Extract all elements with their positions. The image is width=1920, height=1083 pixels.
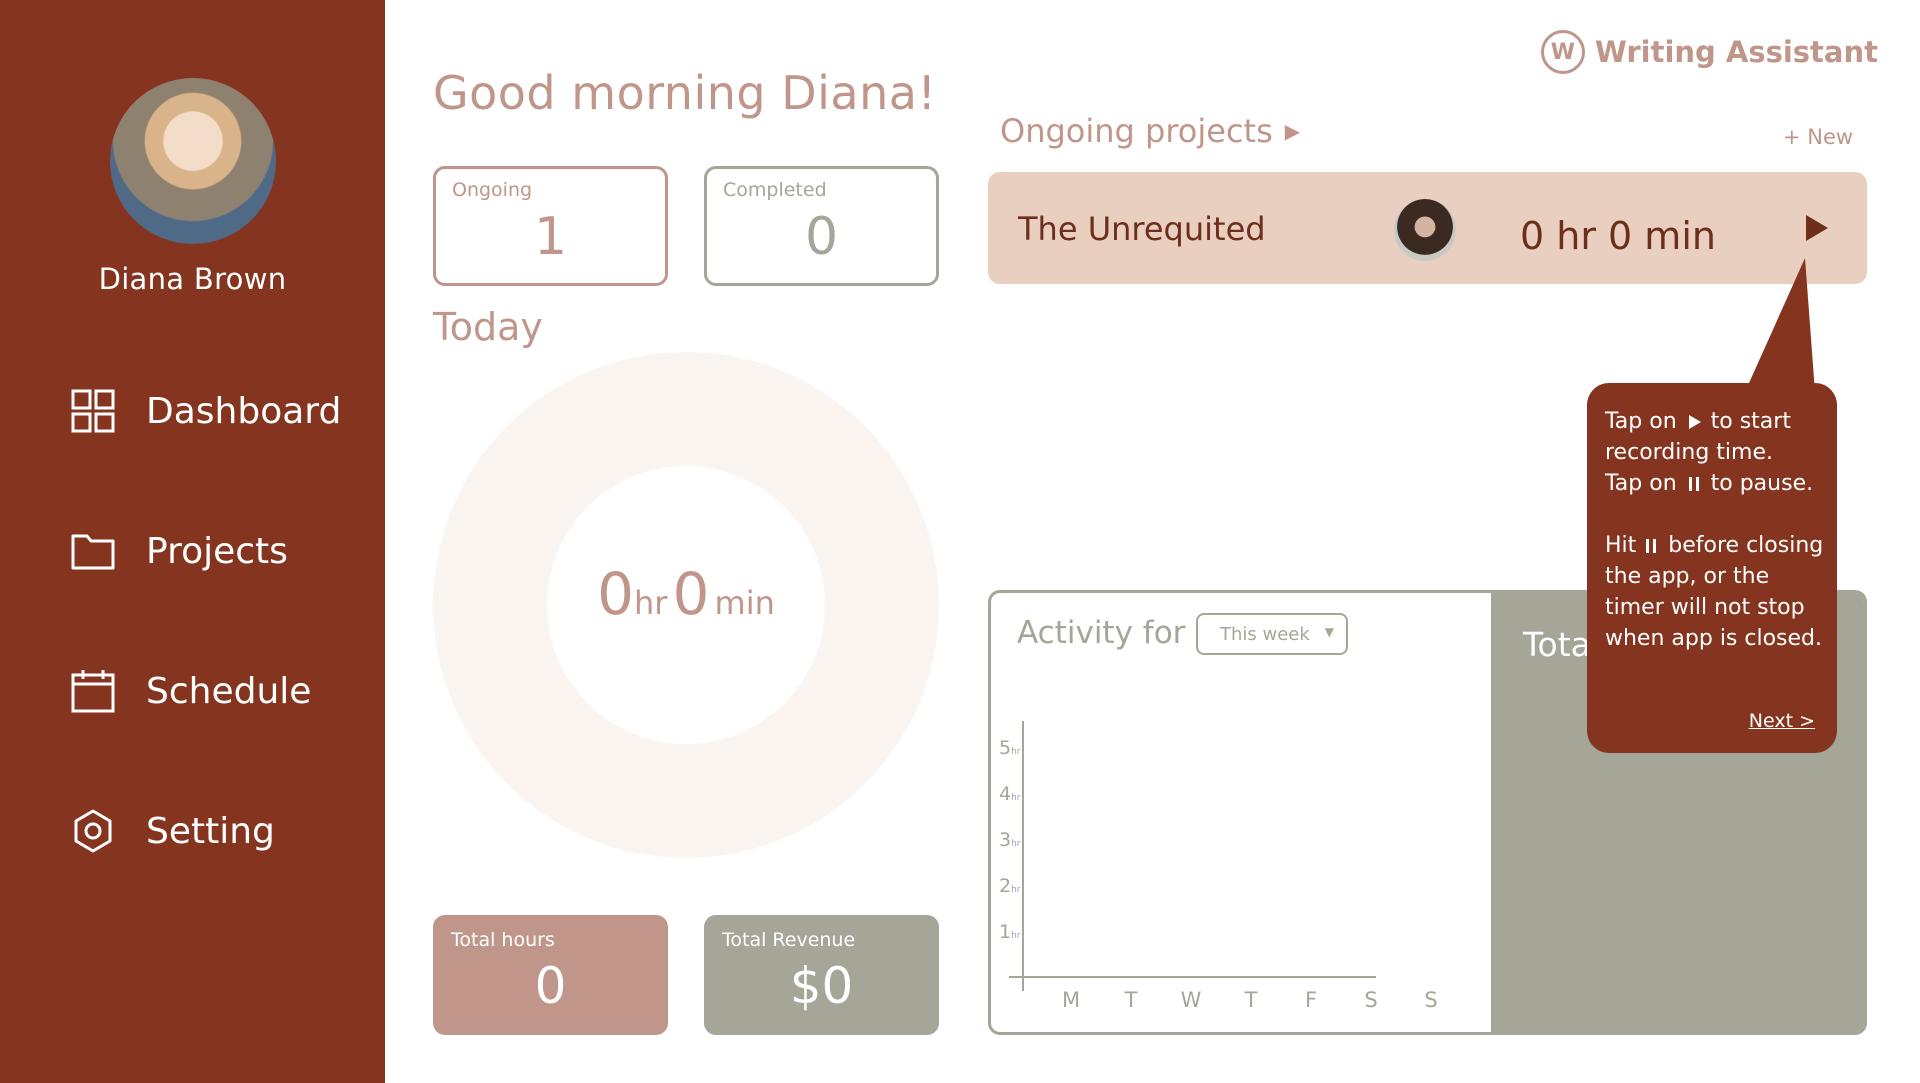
chart-y-ticks: 1hr 2hr 3hr 4hr 5hr xyxy=(999,737,1021,943)
dashboard-grid-icon xyxy=(71,389,115,433)
activity-chart: 1hr 2hr 3hr 4hr 5hr M T W T F S S xyxy=(999,721,1438,1012)
total-hours-value: 0 xyxy=(534,957,567,1015)
tooltip-line: when app is closed. xyxy=(1605,626,1823,651)
pause-icon xyxy=(1646,539,1657,553)
tooltip-line: Tap on to start xyxy=(1605,409,1791,434)
chart-x-ticks: MTWTFSS xyxy=(1062,988,1438,1012)
caret-right-icon: ▶ xyxy=(1284,119,1301,143)
tooltip-text: Hit xyxy=(1605,533,1637,558)
tooltip-line: recording time. xyxy=(1605,440,1773,465)
tooltip-next-button[interactable]: Next > xyxy=(1749,710,1815,732)
completed-count-card[interactable]: Completed 0 xyxy=(704,166,939,286)
ongoing-label: Ongoing xyxy=(452,179,533,201)
x-tick-label: S xyxy=(1364,988,1377,1012)
sidebar-item-label: Schedule xyxy=(146,670,312,712)
project-time: 0 hr 0 min xyxy=(1520,214,1716,258)
onboarding-tooltip: Tap on to start recording time. Tap on t… xyxy=(1587,383,1837,753)
avatar[interactable] xyxy=(110,78,276,244)
ongoing-projects-title: Ongoing projects xyxy=(1000,112,1273,150)
total-revenue-value: $0 xyxy=(789,957,854,1015)
sidebar-item-setting[interactable]: Setting xyxy=(70,801,275,861)
folder-icon xyxy=(71,534,115,570)
sidebar-item-label: Setting xyxy=(146,810,275,852)
brand-logo-icon: W xyxy=(1540,30,1585,74)
ongoing-projects-link[interactable]: Ongoing projects ▶ xyxy=(1000,112,1300,150)
tooltip-line: Hit before closing xyxy=(1605,533,1823,558)
activity-totals-label: Tota xyxy=(1523,625,1591,664)
page-title: Good morning Diana! xyxy=(433,66,937,120)
today-hours: 0 xyxy=(597,560,635,628)
sidebar-item-label: Dashboard xyxy=(146,390,342,432)
sidebar-item-dashboard[interactable]: Dashboard xyxy=(70,381,341,441)
user-name: Diana Brown xyxy=(98,262,287,296)
tooltip-text: to start xyxy=(1710,409,1791,434)
today-time-display: 0hr 0 min xyxy=(433,560,939,628)
sidebar-item-projects[interactable]: Projects xyxy=(70,521,288,581)
ongoing-count-card[interactable]: Ongoing 1 xyxy=(433,166,668,286)
x-tick-label: S xyxy=(1424,988,1437,1012)
range-select-value: This week xyxy=(1220,623,1310,645)
x-tick-label: T xyxy=(1244,988,1258,1012)
y-tick-label: 4hr xyxy=(999,783,1021,805)
play-icon[interactable] xyxy=(1798,210,1834,246)
total-hours-label: Total hours xyxy=(451,929,555,951)
play-icon xyxy=(1688,415,1701,429)
chart-axes xyxy=(1009,721,1376,991)
today-minutes: 0 xyxy=(672,560,710,628)
tooltip-line: the app, or the xyxy=(1605,564,1770,589)
activity-title: Activity for xyxy=(1017,615,1186,651)
chevron-down-icon: ▼ xyxy=(1324,625,1334,639)
completed-value: 0 xyxy=(804,207,839,267)
sidebar-item-schedule[interactable]: Schedule xyxy=(70,661,311,721)
y-tick-label: 3hr xyxy=(999,829,1021,851)
today-title: Today xyxy=(433,305,543,349)
y-tick-label: 5hr xyxy=(999,737,1021,759)
total-hours-card[interactable]: Total hours 0 xyxy=(433,915,668,1035)
calendar-icon xyxy=(71,670,115,713)
y-tick-label: 1hr xyxy=(999,921,1021,943)
sidebar: Diana Brown Dashboard Projects Schedule … xyxy=(0,0,385,1083)
settings-hexagon-icon xyxy=(74,809,112,853)
today-minutes-unit: min xyxy=(714,584,775,622)
tooltip-text: Tap on xyxy=(1605,471,1677,496)
completed-label: Completed xyxy=(723,179,827,201)
tooltip-text: Tap on xyxy=(1605,409,1677,434)
total-revenue-label: Total Revenue xyxy=(722,929,856,951)
project-name: The Unrequited xyxy=(1018,210,1266,248)
tooltip-line: timer will not stop xyxy=(1605,595,1805,620)
new-project-button[interactable]: + New xyxy=(1783,125,1853,149)
tooltip-text: to pause. xyxy=(1710,471,1814,496)
today-hours-unit: hr xyxy=(634,584,668,622)
x-tick-label: M xyxy=(1062,988,1080,1012)
x-tick-label: F xyxy=(1305,988,1317,1012)
sidebar-item-label: Projects xyxy=(146,530,288,572)
x-tick-label: W xyxy=(1181,988,1202,1012)
pause-icon xyxy=(1688,477,1699,491)
tooltip-line: Tap on to pause. xyxy=(1605,471,1813,496)
range-select[interactable]: This week ▼ xyxy=(1196,613,1348,655)
brand-name: Writing Assistant xyxy=(1594,35,1878,69)
x-tick-label: T xyxy=(1124,988,1138,1012)
tooltip-text: before closing xyxy=(1668,533,1824,558)
y-tick-label: 2hr xyxy=(999,875,1021,897)
total-revenue-card[interactable]: Total Revenue $0 xyxy=(704,915,939,1035)
project-avatar xyxy=(1394,199,1456,261)
project-row[interactable]: The Unrequited 0 hr 0 min xyxy=(988,172,1867,284)
brand: W Writing Assistant xyxy=(1540,30,1878,74)
ongoing-value: 1 xyxy=(533,207,568,267)
